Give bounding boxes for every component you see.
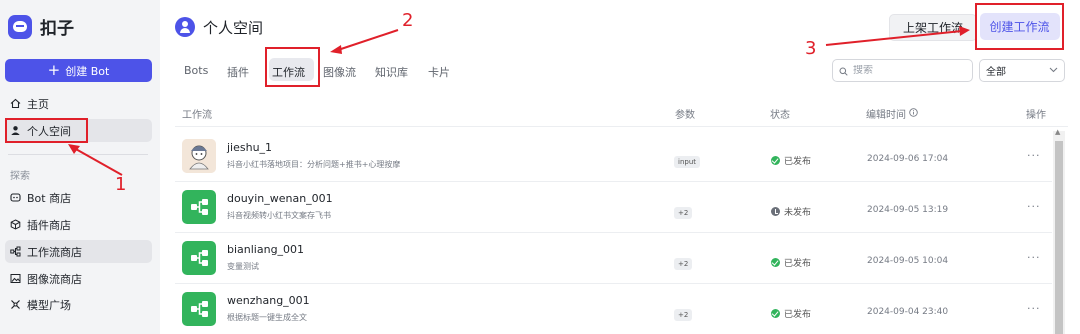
- sidebar-item-label: 工作流商店: [27, 245, 82, 259]
- home-icon: [10, 98, 21, 109]
- create-bot-label: 创建 Bot: [65, 64, 110, 78]
- workflow-name: bianliang_001: [227, 243, 305, 256]
- workflow-icon: [182, 190, 216, 224]
- create-workflow-button[interactable]: 创建工作流: [979, 13, 1060, 40]
- chevron-down-icon: [1049, 65, 1058, 76]
- create-bot-button[interactable]: + 创建 Bot: [5, 59, 152, 82]
- sidebar-divider: [8, 154, 148, 155]
- scroll-up-arrow-icon[interactable]: ▲: [1055, 128, 1060, 136]
- create-workflow-highlight: 创建工作流: [975, 3, 1064, 50]
- workflow-icon: [10, 246, 21, 257]
- status-indicator: 未发布: [771, 205, 811, 218]
- status-indicator: 已发布: [771, 256, 811, 269]
- more-actions-icon[interactable]: ···: [1027, 200, 1041, 213]
- param-badge: +2: [674, 258, 693, 270]
- sidebar-item-label: 插件商店: [27, 218, 71, 232]
- edit-time: 2024-09-04 23:40: [867, 307, 949, 317]
- sidebar-item-label: Bot 商店: [27, 191, 72, 205]
- plugin-icon: [10, 219, 21, 230]
- workflow-icon: [182, 292, 216, 326]
- column-header-workflow: 工作流: [182, 110, 212, 121]
- sidebar-item-home[interactable]: 主页: [5, 92, 152, 115]
- app-logo[interactable]: 扣子: [8, 14, 74, 39]
- column-header-params: 参数: [675, 110, 695, 121]
- param-badge: +2: [674, 207, 693, 219]
- published-check-icon: [771, 156, 780, 165]
- annotation-number-2: 2: [402, 10, 414, 31]
- table-row[interactable]: wenzhang_001 根据标题一键生成全文 +2 已发布 2024-09-0…: [175, 284, 1052, 334]
- status-filter-select[interactable]: 全部: [979, 59, 1065, 82]
- annotation-number-1: 1: [115, 174, 127, 195]
- table-row[interactable]: douyin_wenan_001 抖音视频转小红书文案存飞书 +2 未发布 20…: [175, 182, 1052, 233]
- main-panel: 个人空间 上架工作流 创建工作流 Bots 插件 工作流 图像流 知识库 卡片 …: [160, 0, 1080, 334]
- column-header-edit-time[interactable]: 编辑时间: [866, 106, 918, 121]
- workflow-description: 变量测试: [227, 262, 259, 271]
- workflow-icon: [182, 241, 216, 275]
- space-avatar: [175, 17, 195, 37]
- unpublished-clock-icon: [771, 207, 780, 216]
- search-box[interactable]: [832, 59, 973, 82]
- tab-plugins[interactable]: 插件: [227, 64, 249, 80]
- workflow-description: 根据标题一键生成全文: [227, 313, 307, 322]
- sidebar-item-label: 图像流商店: [27, 272, 82, 286]
- column-header-actions: 操作: [1026, 110, 1046, 121]
- model-icon: [10, 299, 21, 310]
- scrollbar-thumb[interactable]: [1055, 141, 1063, 334]
- sidebar-item-label: 模型广场: [27, 298, 71, 312]
- more-actions-icon[interactable]: ···: [1027, 302, 1041, 315]
- app-name: 扣子: [40, 19, 74, 39]
- column-header-status: 状态: [770, 110, 790, 121]
- coze-logo-icon: [8, 14, 32, 39]
- table-header-divider: [175, 126, 1068, 127]
- workflow-name: wenzhang_001: [227, 294, 310, 307]
- workflow-description: 抖音小红书落地项目：分析问题+推书+心理按摩: [227, 160, 401, 169]
- more-actions-icon[interactable]: ···: [1027, 149, 1041, 162]
- workflow-name: jieshu_1: [227, 141, 273, 154]
- tab-image-flow[interactable]: 图像流: [323, 64, 356, 80]
- workflow-tab-highlight: [265, 47, 320, 87]
- page-title: 个人空间: [203, 19, 264, 37]
- annotation-number-3: 3: [805, 38, 817, 59]
- sidebar-item-image-flow-store[interactable]: 图像流商店: [5, 267, 152, 290]
- published-check-icon: [771, 309, 780, 318]
- workflow-avatar-image: [182, 139, 216, 173]
- sidebar-item-plugin-store[interactable]: 插件商店: [5, 213, 152, 236]
- table-row[interactable]: jieshu_1 抖音小红书落地项目：分析问题+推书+心理按摩 input 已发…: [175, 131, 1052, 182]
- plus-icon: +: [47, 60, 61, 79]
- param-badge: +2: [674, 309, 693, 321]
- sidebar-item-label: 主页: [27, 97, 49, 111]
- status-label: 未发布: [784, 208, 812, 218]
- search-icon: [839, 61, 848, 80]
- edit-time: 2024-09-06 17:04: [867, 154, 949, 164]
- status-label: 已发布: [784, 310, 812, 320]
- image-flow-icon: [10, 273, 21, 284]
- list-workflow-button[interactable]: 上架工作流: [889, 14, 977, 41]
- edit-time: 2024-09-05 10:04: [867, 256, 949, 266]
- bot-icon: [10, 192, 21, 203]
- info-icon: [909, 107, 918, 120]
- filter-value: 全部: [986, 67, 1006, 78]
- search-input[interactable]: [853, 65, 963, 76]
- table-row[interactable]: bianliang_001 变量测试 +2 已发布 2024-09-05 10:…: [175, 233, 1052, 284]
- edit-time: 2024-09-05 13:19: [867, 205, 949, 215]
- param-badge: input: [674, 156, 701, 168]
- status-indicator: 已发布: [771, 307, 811, 320]
- tab-cards[interactable]: 卡片: [428, 64, 450, 80]
- personal-space-highlight: [5, 118, 88, 143]
- status-label: 已发布: [784, 157, 812, 167]
- sidebar: 扣子 + 创建 Bot 主页 个人空间 探索 Bot 商店 插件商店 工作流商店…: [0, 0, 160, 334]
- published-check-icon: [771, 258, 780, 267]
- sidebar-item-workflow-store[interactable]: 工作流商店: [5, 240, 152, 263]
- status-indicator: 已发布: [771, 154, 811, 167]
- status-label: 已发布: [784, 259, 812, 269]
- tab-bots[interactable]: Bots: [184, 64, 208, 77]
- sidebar-item-bot-store[interactable]: Bot 商店: [5, 186, 152, 209]
- tab-knowledge[interactable]: 知识库: [375, 64, 408, 80]
- sidebar-item-model-square[interactable]: 模型广场: [5, 293, 152, 316]
- more-actions-icon[interactable]: ···: [1027, 251, 1041, 264]
- column-header-edit-time-label: 编辑时间: [866, 110, 906, 121]
- explore-section-title: 探索: [10, 171, 30, 182]
- workflow-name: douyin_wenan_001: [227, 192, 333, 205]
- workflow-description: 抖音视频转小红书文案存飞书: [227, 211, 331, 220]
